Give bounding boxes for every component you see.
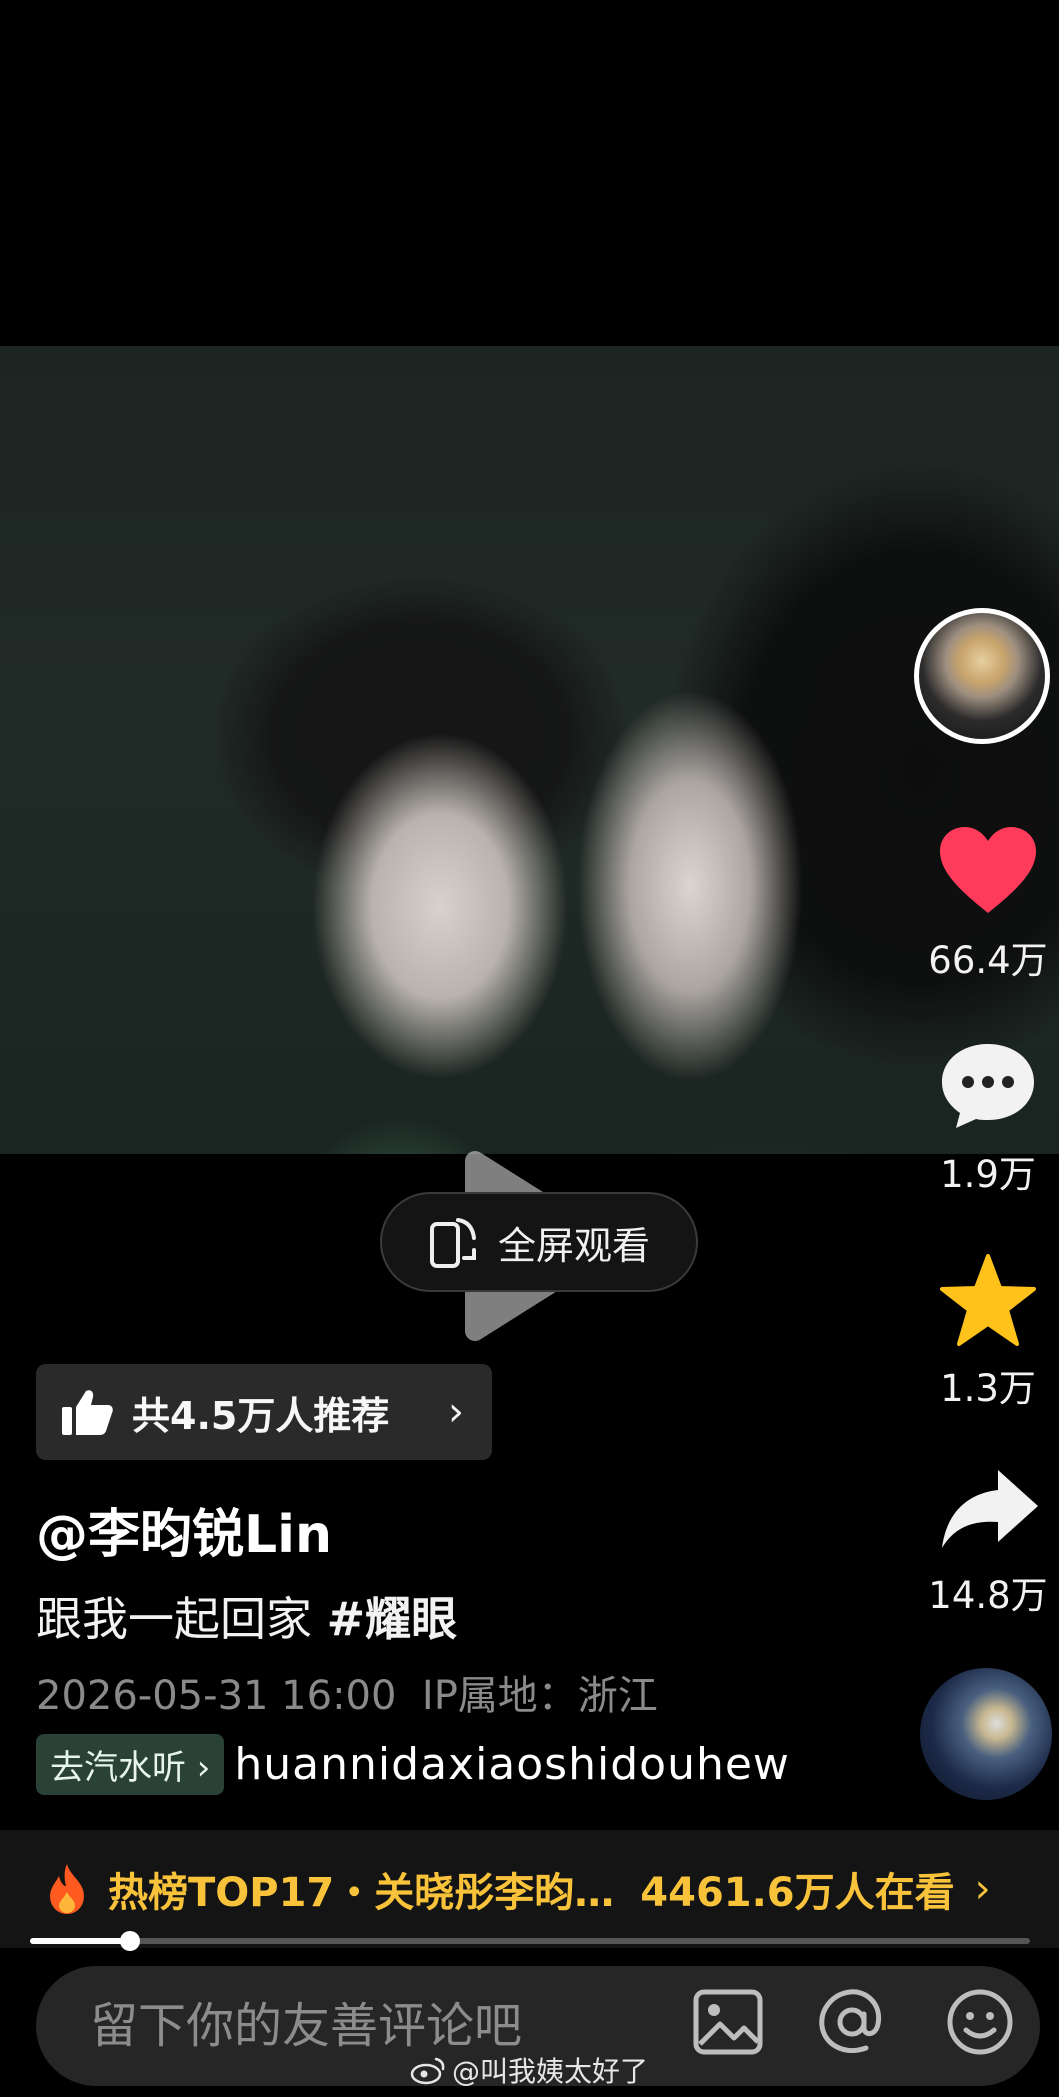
recommend-label: 共4.5万人推荐 [132,1393,390,1438]
music-lyric: huannidaxiaoshidouhew [234,1738,790,1790]
author-name[interactable]: @李昀锐Lin [36,1492,332,1567]
post-date: 2026-05-31 16:00 [36,1673,397,1719]
thumbs-up-icon [62,1390,113,1435]
progress-track[interactable] [30,1938,1030,1944]
chevron-right-icon: › [448,1389,464,1435]
emoji-icon[interactable] [942,1984,1018,2060]
heart-icon[interactable] [938,825,1038,917]
caption: 跟我一起回家 #耀眼 [36,1583,457,1649]
watermark-text: @叫我姨太好了 [452,2055,649,2088]
share-count: 14.8万 [928,1574,1048,1617]
soda-listen-button[interactable]: 去汽水听 › [36,1733,225,1795]
fullscreen-label: 全屏观看 [497,1223,650,1268]
ip-location: IP属地：浙江 [421,1673,658,1719]
post-meta: 2026-05-31 16:00 IP属地：浙江 [36,1663,658,1721]
author-avatar[interactable] [914,608,1050,744]
progress-handle[interactable] [120,1931,140,1951]
hot-rank-banner[interactable]: 热榜TOP17・关晓彤李昀… 4461.6万人在看 › [0,1830,1059,1948]
weibo-icon [410,2057,445,2085]
hot-viewers: 4461.6万人在看 [640,1870,955,1916]
watermark: @叫我姨太好了 [410,2050,648,2090]
recommend-pill[interactable]: 共4.5万人推荐 › [36,1364,492,1460]
music-disc[interactable] [920,1668,1052,1800]
video-player[interactable] [0,346,1059,1341]
image-icon[interactable] [690,1984,766,2060]
hashtag-link[interactable]: #耀眼 [327,1592,458,1646]
comment-bubble-icon[interactable] [938,1040,1038,1132]
star-icon[interactable] [938,1252,1038,1348]
like-count: 66.4万 [928,939,1048,982]
at-icon[interactable] [814,1984,890,2060]
hot-rank-text: 热榜TOP17・关晓彤李昀… [108,1870,615,1916]
favorite-count: 1.3万 [940,1367,1036,1410]
fire-icon [50,1864,84,1914]
music-row: 去汽水听 › huannidaxiaoshidouhew [36,1732,816,1796]
share-arrow-icon[interactable] [938,1466,1040,1550]
chevron-right-icon: › [974,1866,991,1912]
progress-fill [30,1938,130,1944]
caption-text: 跟我一起回家 [36,1592,312,1646]
comment-count: 1.9万 [940,1153,1036,1196]
fullscreen-button[interactable]: 全屏观看 [380,1192,698,1292]
rotate-phone-icon [429,1218,476,1268]
